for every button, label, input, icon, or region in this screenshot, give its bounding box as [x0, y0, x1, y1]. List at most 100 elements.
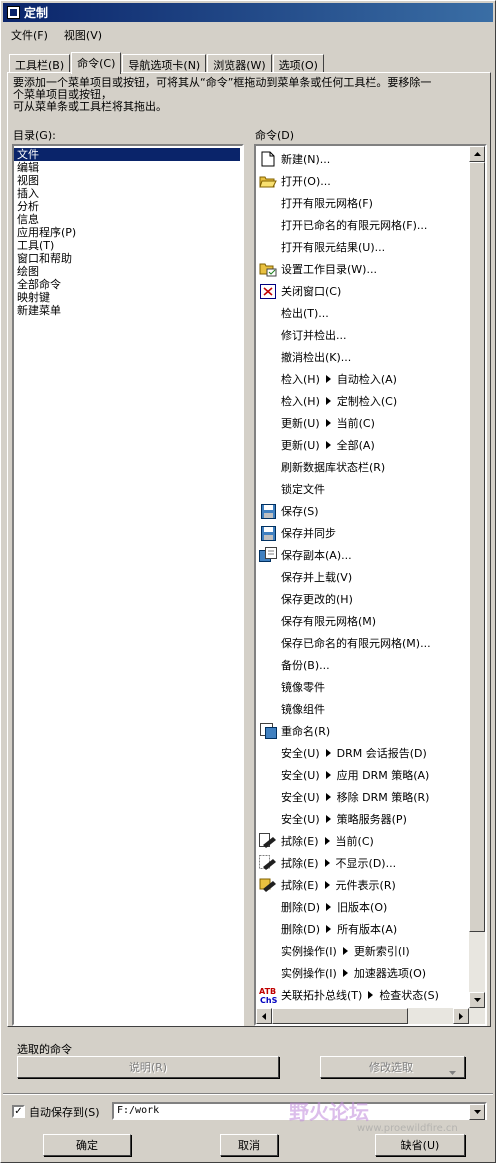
blank-icon [259, 964, 277, 982]
command-item[interactable]: 更新(U) 当前(C) [256, 412, 469, 434]
blank-icon [259, 238, 277, 256]
command-item[interactable]: 安全(U) 策略服务器(P) [256, 808, 469, 830]
command-item[interactable]: 锁定文件 [256, 478, 469, 500]
command-label: 备份(B)... [281, 659, 330, 672]
command-item[interactable]: 检入(H) 定制检入(C) [256, 390, 469, 412]
command-item[interactable]: 保存副本(A)... [256, 544, 469, 566]
scroll-thumb[interactable] [469, 162, 485, 932]
open-folder-icon [259, 172, 277, 190]
command-sub-label: 不显示(D)... [335, 857, 397, 870]
command-item[interactable]: 安全(U) 应用 DRM 策略(A) [256, 764, 469, 786]
blank-icon [259, 414, 277, 432]
command-label: 安全(U) [281, 791, 320, 804]
command-item[interactable]: 安全(U) DRM 会话报告(D) [256, 742, 469, 764]
command-item[interactable]: 检出(T)... [256, 302, 469, 324]
category-item[interactable]: 全部命令 [14, 278, 240, 291]
category-item[interactable]: 分析 [14, 200, 240, 213]
category-item[interactable]: 插入 [14, 187, 240, 200]
command-item[interactable]: 保存已命名的有限元网格(M)... [256, 632, 469, 654]
command-label: 设置工作目录(W)... [281, 263, 377, 276]
scroll-right-button[interactable] [453, 1008, 469, 1024]
blank-icon [259, 392, 277, 410]
command-item[interactable]: 打开有限元结果(U)... [256, 236, 469, 258]
scroll-left-button[interactable] [256, 1008, 272, 1024]
watermark-url: www.proewildfire.cn [357, 1123, 458, 1134]
command-label: 拭除(E) [281, 835, 319, 848]
category-item[interactable]: 文件 [14, 148, 240, 161]
command-sub-label: 定制检入(C) [336, 395, 398, 408]
command-item[interactable]: 删除(D) 所有版本(A) [256, 918, 469, 940]
autosave-checkbox[interactable]: ✓ [12, 1105, 25, 1118]
categories-list[interactable]: 文件 编辑 视图 插入 分析 信息 应用程序(P) 工具(T) 窗口和帮助 绘图 全部命令 映射键 新建… [12, 144, 244, 1026]
commands-vertical-scrollbar[interactable] [469, 146, 485, 1024]
command-item[interactable]: 镜像零件 [256, 676, 469, 698]
describe-button[interactable]: 说明(R) [17, 1056, 279, 1078]
command-item[interactable]: 新建(N)... [256, 148, 469, 170]
command-item[interactable]: 更新(U) 全部(A) [256, 434, 469, 456]
command-item[interactable]: 安全(U) 移除 DRM 策略(R) [256, 786, 469, 808]
menu-file[interactable]: 文件(F) [3, 25, 56, 45]
category-item[interactable]: 应用程序(P) [14, 226, 240, 239]
tab-toolbars[interactable]: 工具栏(B) [9, 54, 71, 73]
combo-dropdown-icon[interactable] [469, 1104, 485, 1120]
modify-selection-button[interactable]: 修改选取 [320, 1056, 465, 1078]
category-item[interactable]: 绘图 [14, 265, 240, 278]
blank-icon [259, 370, 277, 388]
category-item[interactable]: 新建菜单 [14, 304, 240, 317]
blank-icon [259, 348, 277, 366]
scroll-thumb-horizontal[interactable] [272, 1008, 408, 1024]
tab-browser[interactable]: 浏览器(W) [207, 54, 272, 73]
command-item[interactable]: 拭除(E) 当前(C) [256, 830, 469, 852]
scroll-up-button[interactable] [469, 146, 485, 162]
command-item[interactable]: 撤消检出(K)... [256, 346, 469, 368]
command-item[interactable]: 保存(S) [256, 500, 469, 522]
category-item[interactable]: 信息 [14, 213, 240, 226]
command-item[interactable]: 拭除(E) 元件表示(R) [256, 874, 469, 896]
command-sub-label: 元件表示(R) [335, 879, 396, 892]
command-item[interactable]: 保存并上载(V) [256, 566, 469, 588]
command-item[interactable]: 关闭窗口(C) [256, 280, 469, 302]
commands-list[interactable]: 新建(N)... 打开(O)... 打开有限元网格(F) 打开已命名的有限元网格(F)… [254, 144, 487, 1026]
menu-view[interactable]: 视图(V) [56, 25, 110, 45]
command-item[interactable]: 实例操作(I) 加速器选项(O) [256, 962, 469, 984]
command-item[interactable]: 备份(B)... [256, 654, 469, 676]
category-item[interactable]: 视图 [14, 174, 240, 187]
tab-commands[interactable]: 命令(C) [71, 52, 122, 74]
scroll-down-button[interactable] [469, 992, 485, 1008]
command-sub-label: 所有版本(A) [337, 923, 398, 936]
tab-navigator[interactable]: 导航选项卡(N) [122, 54, 207, 73]
ok-button[interactable]: 确定 [43, 1134, 131, 1156]
command-label: 安全(U) [281, 747, 320, 760]
default-button[interactable]: 缺省(U) [375, 1134, 465, 1156]
command-item[interactable]: 拭除(E) 不显示(D)... [256, 852, 469, 874]
command-item[interactable]: 镜像组件 [256, 698, 469, 720]
autosave-label: 自动保存到(S) [29, 1106, 100, 1119]
command-item[interactable]: 打开(O)... [256, 170, 469, 192]
category-item[interactable]: 工具(T) [14, 239, 240, 252]
command-item[interactable]: 实例操作(I) 更新索引(I) [256, 940, 469, 962]
category-item[interactable]: 编辑 [14, 161, 240, 174]
dropdown-arrow-icon [449, 1065, 456, 1078]
command-item[interactable]: 保存有限元网格(M) [256, 610, 469, 632]
command-item[interactable]: 删除(D) 旧版本(O) [256, 896, 469, 918]
command-item[interactable]: 修订并检出... [256, 324, 469, 346]
command-item[interactable]: 保存更改的(H) [256, 588, 469, 610]
submenu-arrow-icon [325, 771, 331, 779]
command-item[interactable]: ATB ChS 关联拓扑总线(T) 检查状态(S) [256, 984, 469, 1006]
command-item[interactable]: 保存并同步 [256, 522, 469, 544]
command-item[interactable]: 刷新数据库状态栏(R) [256, 456, 469, 478]
blank-icon [259, 436, 277, 454]
erase-representation-icon [259, 876, 277, 894]
blank-icon [259, 766, 277, 784]
command-item[interactable]: 重命名(R) [256, 720, 469, 742]
category-item[interactable]: 映射键 [14, 291, 240, 304]
tab-options[interactable]: 选项(O) [272, 54, 324, 73]
command-item[interactable]: 打开有限元网格(F) [256, 192, 469, 214]
cancel-button[interactable]: 取消 [220, 1134, 278, 1156]
command-item[interactable]: 打开已命名的有限元网格(F)... [256, 214, 469, 236]
commands-horizontal-scrollbar[interactable] [256, 1008, 469, 1024]
command-item[interactable]: 检入(H) 自动检入(A) [256, 368, 469, 390]
category-item[interactable]: 窗口和帮助 [14, 252, 240, 265]
command-label: 镜像组件 [281, 703, 325, 716]
command-item[interactable]: 设置工作目录(W)... [256, 258, 469, 280]
